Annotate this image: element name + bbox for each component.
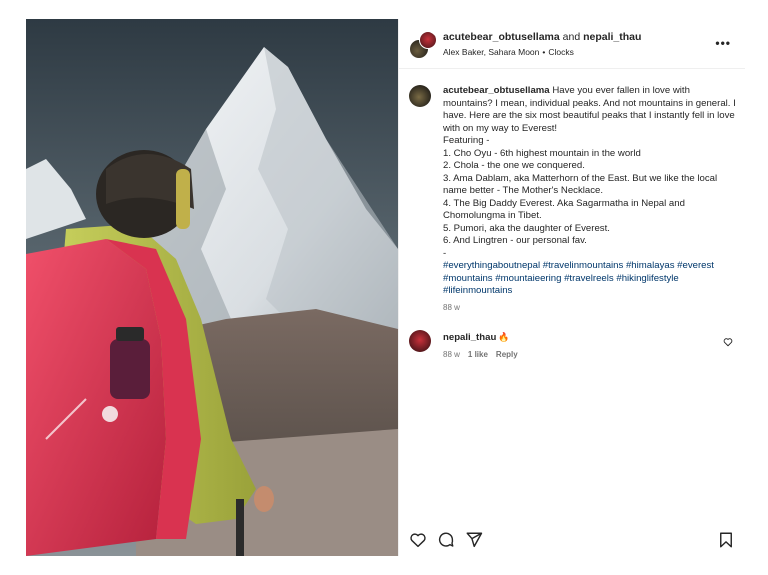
caption-text: acutebear_obtusellama Have you ever fall… — [443, 85, 739, 298]
comment-username[interactable]: nepali_thau — [443, 332, 496, 343]
instagram-post: acutebear_obtusellama and nepali_thau Al… — [26, 19, 745, 556]
avatar[interactable] — [409, 330, 431, 352]
mountain-hiker-image — [26, 19, 398, 556]
hashtag-link[interactable]: #himalayas — [626, 260, 675, 271]
hashtag-link[interactable]: #mountaieering — [495, 273, 561, 284]
collab-avatars[interactable] — [409, 31, 439, 61]
comment-meta: 88 w 1 like Reply — [443, 350, 526, 359]
post-header: acutebear_obtusellama and nepali_thau Al… — [399, 19, 745, 69]
comment-icon[interactable] — [437, 531, 455, 549]
heart-icon[interactable] — [409, 531, 427, 549]
caption-timestamp[interactable]: 88 w — [443, 303, 460, 312]
hashtag-link[interactable]: #hikinglifestyle — [616, 273, 678, 284]
reply-button[interactable]: Reply — [496, 350, 518, 359]
comment-likes[interactable]: 1 like — [468, 350, 488, 359]
caption-item: 1. Cho Oyu - 6th highest mountain in the… — [443, 147, 641, 159]
post-photo[interactable] — [26, 19, 398, 556]
bookmark-icon[interactable] — [717, 531, 735, 549]
hashtag-list: #everythingaboutnepal #travelinmountains… — [443, 260, 739, 298]
caption-item: 5. Pumori, aka the daughter of Everest. — [443, 222, 610, 234]
caption-username[interactable]: acutebear_obtusellama — [443, 85, 550, 96]
comment-text: nepali_thau 🔥 — [443, 332, 510, 343]
author-username[interactable]: acutebear_obtusellama — [443, 31, 560, 43]
share-icon[interactable] — [465, 531, 483, 549]
hashtag-link[interactable]: #everythingaboutnepal — [443, 260, 540, 271]
separator-dot: • — [542, 47, 546, 57]
hashtag-link[interactable]: #travelinmountains — [543, 260, 624, 271]
avatar — [419, 31, 437, 49]
hashtag-link[interactable]: #mountains — [443, 273, 493, 284]
caption-item: 4. The Big Daddy Everest. Aka Sagarmatha… — [443, 197, 685, 222]
caption-item: 2. Chola - the one we conquered. — [443, 160, 585, 171]
post-side-panel: acutebear_obtusellama and nepali_thau Al… — [398, 19, 745, 556]
comment-timestamp[interactable]: 88 w — [443, 350, 460, 359]
hashtag-link[interactable]: #lifeinmountains — [443, 285, 512, 296]
hashtag-link[interactable]: #everest — [677, 260, 714, 271]
post-actions-bar — [399, 525, 745, 555]
caption-item: 3. Ama Dablam, aka Matterhorn of the Eas… — [443, 172, 718, 197]
more-options-icon[interactable]: ••• — [715, 36, 731, 50]
post-authors: acutebear_obtusellama and nepali_thau — [443, 31, 641, 43]
audio-artist: Alex Baker, Sahara Moon — [443, 47, 540, 57]
caption-featuring: Featuring - — [443, 135, 490, 146]
avatar[interactable] — [409, 85, 431, 107]
comment-row: nepali_thau 🔥 88 w 1 like Reply — [399, 326, 745, 366]
hashtag-link[interactable]: #travelreels — [564, 273, 614, 284]
author-username[interactable]: nepali_thau — [583, 31, 641, 43]
caption-dash: - — [443, 247, 447, 259]
author-conjunction: and — [559, 31, 584, 43]
comment-heart-icon[interactable] — [723, 337, 733, 347]
caption-item: 6. And Lingtren - our personal fav. — [443, 235, 587, 246]
fire-emoji: 🔥 — [498, 332, 510, 342]
audio-track: Clocks — [548, 47, 574, 57]
audio-attribution[interactable]: Alex Baker, Sahara Moon • Clocks — [443, 47, 574, 57]
